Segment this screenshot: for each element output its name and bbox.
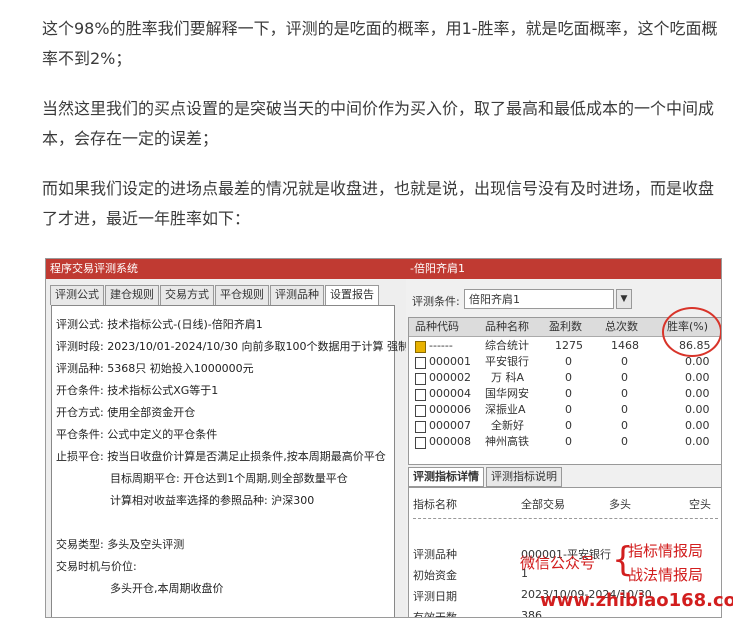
detail-label: 评测品种 <box>413 548 457 561</box>
cell-total: 0 <box>621 387 628 400</box>
cell-code: ------ <box>429 339 453 352</box>
cell-profit: 0 <box>565 403 572 416</box>
cell-name: 综合统计 <box>485 339 529 352</box>
results-title: -倍阳齐肩1 <box>406 259 721 279</box>
cell-profit: 0 <box>565 419 572 432</box>
detail-col-all: 全部交易 <box>521 498 565 511</box>
cell-total: 0 <box>621 355 628 368</box>
cell-winrate: 0.00 <box>685 419 710 432</box>
report-line: 平仓条件: 公式中定义的平仓条件 <box>56 428 218 441</box>
tab-open-rules[interactable]: 建仓规则 <box>105 285 159 305</box>
cell-code: 000007 <box>429 419 471 432</box>
cell-total: 0 <box>621 419 628 432</box>
watermark-line2: 战法情报局 <box>628 566 704 584</box>
tab-metric-description[interactable]: 评测指标说明 <box>486 467 562 487</box>
report-line: 交易类型: 多头及空头评测 <box>56 538 185 551</box>
report-line: 目标周期平仓: 开仓达到1个周期,则全部数量平仓 <box>110 472 348 485</box>
table-row[interactable]: 000006 深振业A 0 0 0.00 <box>409 402 721 418</box>
detail-label: 初始资金 <box>413 569 457 582</box>
report-textarea[interactable]: 评测公式: 技术指标公式-(日线)-倍阳齐肩1 评测时段: 2023/10/01… <box>51 305 409 617</box>
folder-icon <box>415 341 426 353</box>
table-row[interactable]: 000001 平安银行 0 0 0.00 <box>409 354 721 370</box>
tab-metric-details[interactable]: 评测指标详情 <box>408 467 484 487</box>
cell-winrate: 0.00 <box>685 435 710 448</box>
table-row[interactable]: 000007 全新好 0 0 0.00 <box>409 418 721 434</box>
report-line: 交易时机与价位: <box>56 560 137 573</box>
config-tabs: 评测公式 建仓规则 交易方式 平仓规则 评测品种 设置报告 <box>50 285 380 305</box>
cell-name: 国华网安 <box>485 387 529 400</box>
detail-col-short: 空头 <box>689 498 711 511</box>
cell-profit: 0 <box>565 387 572 400</box>
report-line: 多头开仓,本周期收盘价 <box>110 582 224 595</box>
cell-total: 1468 <box>611 339 639 352</box>
cell-total: 0 <box>621 371 628 384</box>
report-line: 止损平仓: 按当日收盘价计算是否满足止损条件,按本周期最高价平仓 <box>56 450 386 463</box>
cell-name: 深振业A <box>485 403 526 416</box>
table-row[interactable]: 000008 神州高铁 0 0 0.00 <box>409 434 721 450</box>
report-line: 计算相对收益率选择的参照品种: 沪深300 <box>110 494 315 507</box>
detail-label: 有效天数 <box>413 611 457 618</box>
watermark-url: www.zhibiao168.com <box>540 590 733 611</box>
cell-total: 0 <box>621 403 628 416</box>
report-line: 评测时段: 2023/10/01-2024/10/30 向前多取100个数据用于… <box>56 340 409 353</box>
col-profit[interactable]: 盈利数 <box>549 318 582 336</box>
cell-code: 000008 <box>429 435 471 448</box>
cell-winrate: 0.00 <box>685 403 710 416</box>
report-line: 评测公式: 技术指标公式-(日线)-倍阳齐肩1 <box>56 318 263 331</box>
checkbox[interactable] <box>415 373 426 385</box>
paragraph-buy-price: 当然这里我们的买点设置的是突破当天的中间价作为买入价，取了最高和最低成本的一个中… <box>42 99 715 148</box>
checkbox[interactable] <box>415 389 426 401</box>
detail-value: 386 <box>521 609 542 618</box>
evaluation-system-window: 程序交易评测系统 评测公式 建仓规则 交易方式 平仓规则 评测品种 设置报告 评… <box>46 259 409 617</box>
checkbox[interactable] <box>415 357 426 369</box>
tab-formula[interactable]: 评测公式 <box>50 285 104 305</box>
detail-col-long: 多头 <box>609 498 631 511</box>
tab-report-settings[interactable]: 设置报告 <box>325 285 379 305</box>
paragraph-winrate-explain: 这个98%的胜率我们要解释一下，评测的是吃面的概率，用1-胜率，就是吃面概率，这… <box>42 19 718 68</box>
cell-profit: 1275 <box>555 339 583 352</box>
condition-select[interactable]: 倍阳齐肩1 <box>464 289 614 309</box>
cell-winrate: 0.00 <box>685 371 710 384</box>
col-extra[interactable]: 平 <box>721 318 722 336</box>
cell-total: 0 <box>621 435 628 448</box>
condition-label: 评测条件: <box>412 295 460 308</box>
window-title: 程序交易评测系统 <box>46 259 406 279</box>
cell-code: 000006 <box>429 403 471 416</box>
table-row[interactable]: 000002 万 科A 0 0 0.00 <box>409 370 721 386</box>
cell-name: 全新好 <box>491 419 524 432</box>
cell-name: 神州高铁 <box>485 435 529 448</box>
col-name[interactable]: 品种名称 <box>485 318 529 336</box>
report-line: 开仓方式: 使用全部资金开仓 <box>56 406 196 419</box>
cell-winrate: 0.00 <box>685 387 710 400</box>
cell-profit: 0 <box>565 435 572 448</box>
checkbox[interactable] <box>415 405 426 417</box>
report-line: 评测品种: 5368只 初始投入1000000元 <box>56 362 254 375</box>
divider <box>413 518 718 519</box>
tab-close-rules[interactable]: 平仓规则 <box>215 285 269 305</box>
winrate-highlight-circle <box>662 307 721 357</box>
table-row[interactable]: 000004 国华网安 0 0 0.00 <box>409 386 721 402</box>
watermark-line1: 指标情报局 <box>628 542 704 560</box>
watermark-wechat: 微信公众号 <box>520 554 596 572</box>
col-code[interactable]: 品种代码 <box>415 318 459 336</box>
cell-name: 平安银行 <box>485 355 529 368</box>
cell-code: 000002 <box>429 371 471 384</box>
tab-trade-mode[interactable]: 交易方式 <box>160 285 214 305</box>
cell-extra: 8 <box>721 338 722 354</box>
col-total[interactable]: 总次数 <box>605 318 638 336</box>
detail-col-name: 指标名称 <box>413 498 457 511</box>
cell-profit: 0 <box>565 371 572 384</box>
checkbox[interactable] <box>415 421 426 433</box>
tab-instruments[interactable]: 评测品种 <box>270 285 324 305</box>
detail-tabs: 评测指标详情 评测指标说明 <box>408 467 564 487</box>
chevron-down-icon[interactable]: ▼ <box>616 289 632 309</box>
cell-name: 万 科A <box>491 371 525 384</box>
checkbox[interactable] <box>415 437 426 449</box>
cell-code: 000001 <box>429 355 471 368</box>
report-line: 开仓条件: 技术指标公式XG等于1 <box>56 384 219 397</box>
paragraph-close-entry: 而如果我们设定的进场点最差的情况就是收盘进，也就是说，出现信号没有及时进场，而是… <box>42 179 715 228</box>
cell-code: 000004 <box>429 387 471 400</box>
cell-profit: 0 <box>565 355 572 368</box>
detail-label: 评测日期 <box>413 590 457 603</box>
